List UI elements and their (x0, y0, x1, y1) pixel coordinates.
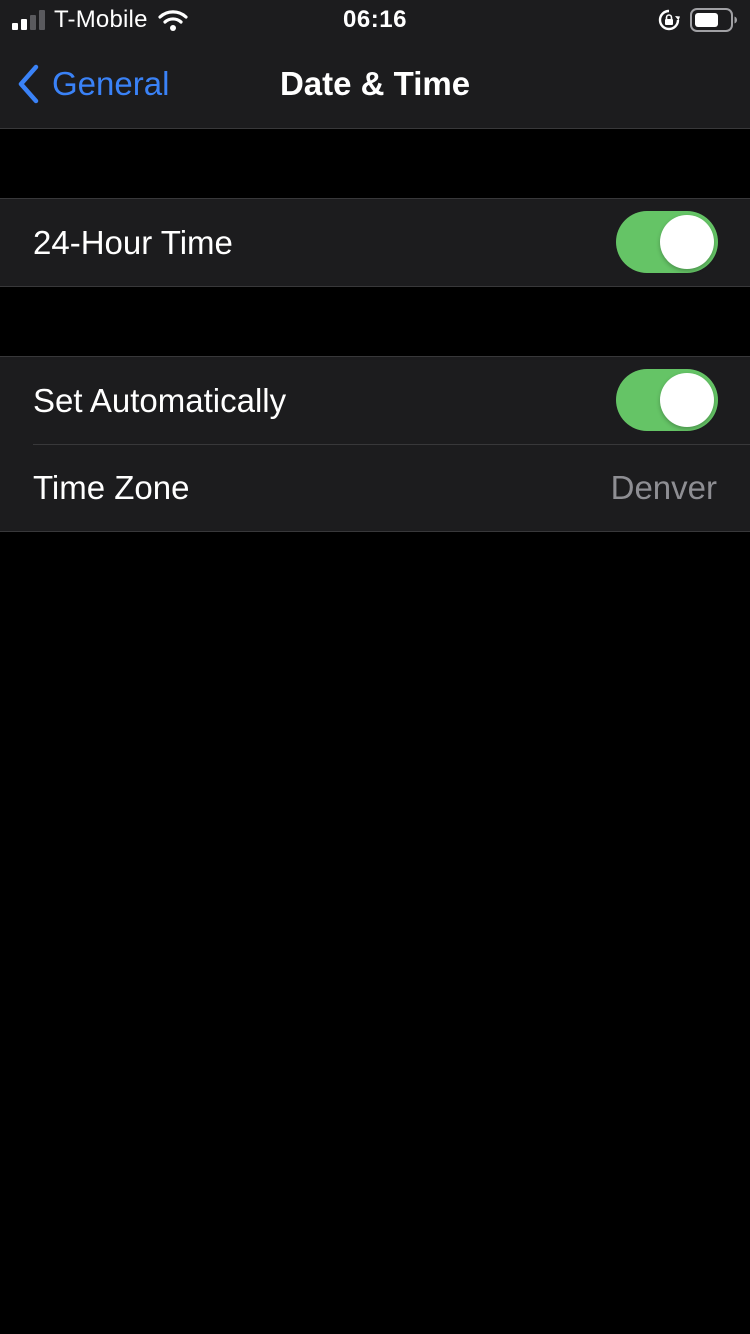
hour-24-row: 24-Hour Time (0, 199, 750, 286)
time-zone-value: Denver (610, 469, 717, 506)
set-automatically-toggle[interactable] (616, 369, 718, 431)
battery-icon (690, 8, 737, 32)
time-zone-row[interactable]: Time Zone Denver (0, 444, 750, 531)
navigation-bar: General Date & Time (0, 40, 750, 129)
toggle-knob (660, 373, 714, 427)
time-zone-label: Time Zone (33, 469, 190, 506)
hour-24-label: 24-Hour Time (33, 224, 233, 261)
set-automatically-label: Set Automatically (33, 382, 287, 419)
status-bar: T-Mobile 06:16 (0, 0, 750, 40)
settings-group-automatic: Set Automatically Time Zone Denver (0, 356, 750, 532)
status-time: 06:16 (343, 6, 407, 33)
toggle-knob (660, 215, 714, 269)
hour-24-toggle[interactable] (616, 211, 718, 273)
status-right (658, 8, 738, 32)
settings-group-time-format: 24-Hour Time (0, 198, 750, 287)
set-automatically-row: Set Automatically (0, 357, 750, 444)
page-title: Date & Time (279, 65, 471, 102)
rotation-lock-icon (658, 9, 680, 31)
